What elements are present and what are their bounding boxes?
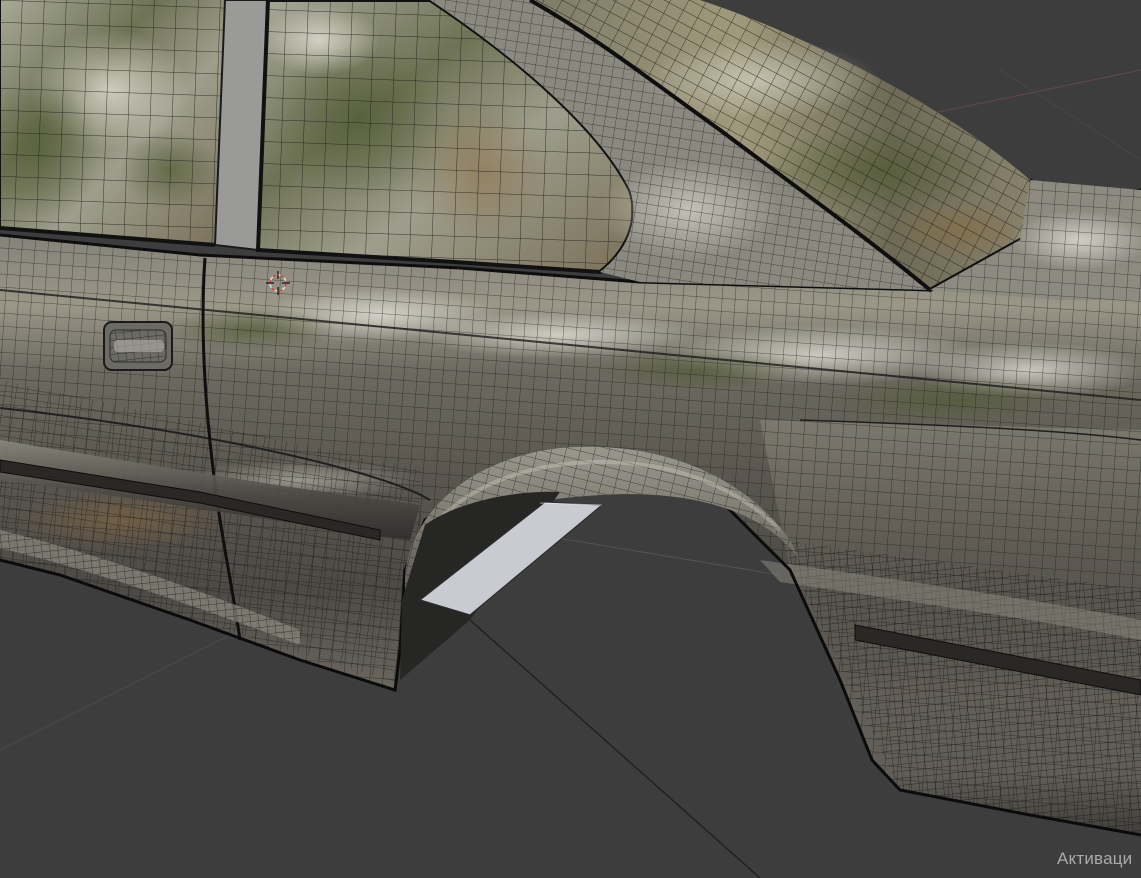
windows-activation-watermark: Активаци [1057, 849, 1133, 868]
door-handle[interactable] [103, 321, 173, 371]
car-body-mesh[interactable] [0, 188, 1141, 878]
3d-viewport[interactable]: Активаци [0, 0, 1141, 878]
scene-canvas[interactable] [0, 0, 1141, 878]
